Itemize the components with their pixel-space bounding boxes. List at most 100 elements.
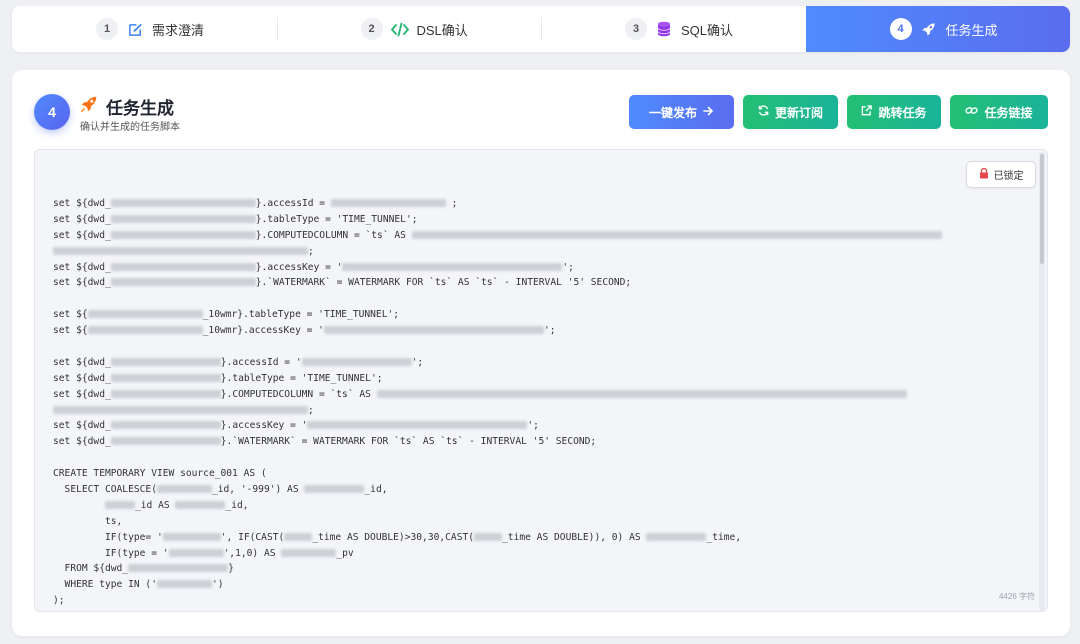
code-text: set ${dwd_ — [53, 261, 111, 273]
publish-label: 一键发布 — [648, 105, 697, 120]
redacted-text — [156, 580, 212, 589]
redacted-text — [646, 532, 707, 541]
step-label: DSL确认 — [416, 22, 468, 38]
code-line: set ${dwd_ }.`WATERMARK` = WATERMARK FOR … — [53, 275, 942, 291]
code-line: SELECT COALESCE(_id, '-999') AS _id, — [53, 482, 942, 498]
redacted-text — [411, 230, 942, 239]
code-line: CREATE TEMPORARY VIEW source_001 AS ( — [53, 466, 942, 482]
code-text: _id, — [364, 484, 388, 496]
code-text: }.`WATERMARK` = WATERMARK FOR `ts` AS `t… — [255, 277, 632, 289]
code-line: ); — [53, 593, 942, 609]
step-label: 需求澄清 — [152, 22, 205, 38]
code-line: set ${dwd_ }.COMPUTEDCOLUMN = `ts` AS — [53, 228, 942, 244]
code-text: _10wmr}.accessKey = ' — [202, 325, 324, 337]
code-line: set ${dwd_}.accessId = ' '; — [53, 355, 942, 371]
code-text: }.tableType = 'TIME_TUNNEL'; — [255, 213, 418, 225]
redacted-text — [110, 421, 221, 430]
rocket-icon — [80, 95, 98, 118]
redacted-text — [156, 485, 212, 494]
code-line: IF(type = ' ',1,0) AS _pv — [53, 546, 942, 562]
code-line: WHERE type IN (' ') — [53, 577, 942, 593]
redacted-text — [162, 532, 221, 541]
code-text: }.accessKey = ' — [220, 420, 308, 432]
redacted-text — [53, 246, 308, 255]
step-badge: 4 — [34, 94, 70, 130]
code-text: set ${ — [53, 309, 88, 321]
step-2[interactable]: 2 DSL确认 — [276, 6, 542, 52]
script-editor[interactable]: set ${dwd_}.accessId = ; set ${dwd_}.tabl… — [34, 149, 1048, 612]
arrow-right-icon — [703, 105, 714, 119]
code-text: set ${dwd_ — [53, 420, 111, 432]
code-text: }.COMPUTEDCOLUMN = `ts` AS — [220, 388, 377, 400]
code-text: IF(type = ' — [53, 547, 169, 559]
code-text: IF(type= ' — [53, 531, 163, 543]
update-subscription-button[interactable]: 更新订阅 — [743, 95, 838, 129]
code-line: ; — [53, 244, 942, 260]
redacted-text — [110, 278, 256, 287]
action-bar: 一键发布 更新订阅 跳转任务 任务链接 — [629, 95, 1048, 129]
code-text: set ${dwd_ — [53, 436, 111, 448]
code-text: '; — [411, 356, 424, 368]
step-label: SQL确认 — [681, 22, 734, 38]
code-text: }.accessId = — [255, 198, 331, 209]
link-icon — [965, 105, 979, 119]
step-label: 任务生成 — [945, 22, 998, 38]
code-text: ; — [308, 404, 314, 416]
code-text: '; — [543, 325, 556, 337]
page-title: 任务生成 — [80, 94, 174, 119]
code-text: set ${dwd_ — [53, 277, 111, 289]
update-label: 更新订阅 — [774, 105, 823, 120]
code-line: set ${dwd_}.tableType = 'TIME_TUNNEL'; — [53, 212, 942, 228]
code-text: set ${ — [53, 325, 88, 337]
code-text: }.`WATERMARK` = WATERMARK FOR `ts` AS `t… — [220, 436, 597, 448]
code-text: _id, — [225, 499, 249, 511]
code-text: set ${dwd_ — [53, 229, 111, 241]
step-3[interactable]: 3 SQL确认 — [541, 6, 806, 52]
step-number: 4 — [889, 18, 912, 40]
code-text: ') — [211, 579, 224, 591]
scrollbar-thumb[interactable] — [1040, 154, 1044, 264]
redacted-text — [474, 532, 503, 541]
page-title-text: 任务生成 — [106, 99, 174, 118]
task-link-button[interactable]: 任务链接 — [950, 95, 1048, 129]
redacted-text — [110, 262, 256, 271]
redacted-text — [87, 326, 203, 335]
redacted-text — [304, 485, 365, 494]
rocket-icon — [920, 20, 938, 38]
redacted-text — [342, 262, 563, 271]
code-text: }.COMPUTEDCOLUMN = `ts` AS — [255, 229, 412, 241]
code-text: _id AS — [134, 499, 176, 511]
redacted-text — [128, 564, 229, 573]
code-line: set ${dwd_ }.accessKey = ' '; — [53, 260, 942, 276]
step-number: 1 — [96, 18, 118, 40]
step-number: 3 — [625, 18, 647, 40]
external-link-icon — [861, 105, 873, 119]
code-text: CREATE TEMPORARY VIEW source_001 AS ( — [53, 468, 267, 480]
refresh-icon — [758, 105, 769, 119]
code-line: _id AS _id, — [53, 498, 942, 514]
redacted-text — [53, 405, 308, 414]
code-line: ts, — [53, 514, 942, 530]
code-text: '; — [562, 261, 574, 273]
code-text: }.accessKey = ' — [255, 261, 343, 273]
code-text: _10wmr}.tableType = 'TIME_TUNNEL'; — [202, 309, 400, 321]
locked-label: 已锁定 — [993, 171, 1024, 182]
jump-task-button[interactable]: 跳转任务 — [847, 95, 941, 129]
redacted-text — [110, 373, 221, 382]
redacted-text — [323, 326, 544, 335]
code-line: set ${dwd_}.tableType = 'TIME_TUNNEL'; — [53, 371, 942, 387]
code-text: ts, — [53, 515, 123, 527]
redacted-text — [307, 421, 528, 430]
step-4[interactable]: 4 任务生成 — [805, 6, 1070, 52]
redacted-text — [168, 548, 224, 557]
step-1[interactable]: 1 需求澄清 — [12, 6, 277, 52]
code-text: }.accessId = ' — [220, 356, 302, 368]
code-text: '; — [527, 420, 539, 432]
locked-button[interactable]: 已锁定 — [966, 161, 1036, 188]
code-line: set ${ _10wmr}.tableType = 'TIME_TUNNEL'; — [53, 307, 942, 323]
code-text: } — [228, 563, 234, 575]
publish-button[interactable]: 一键发布 — [629, 95, 734, 129]
code-text: set ${dwd_ — [53, 198, 111, 209]
